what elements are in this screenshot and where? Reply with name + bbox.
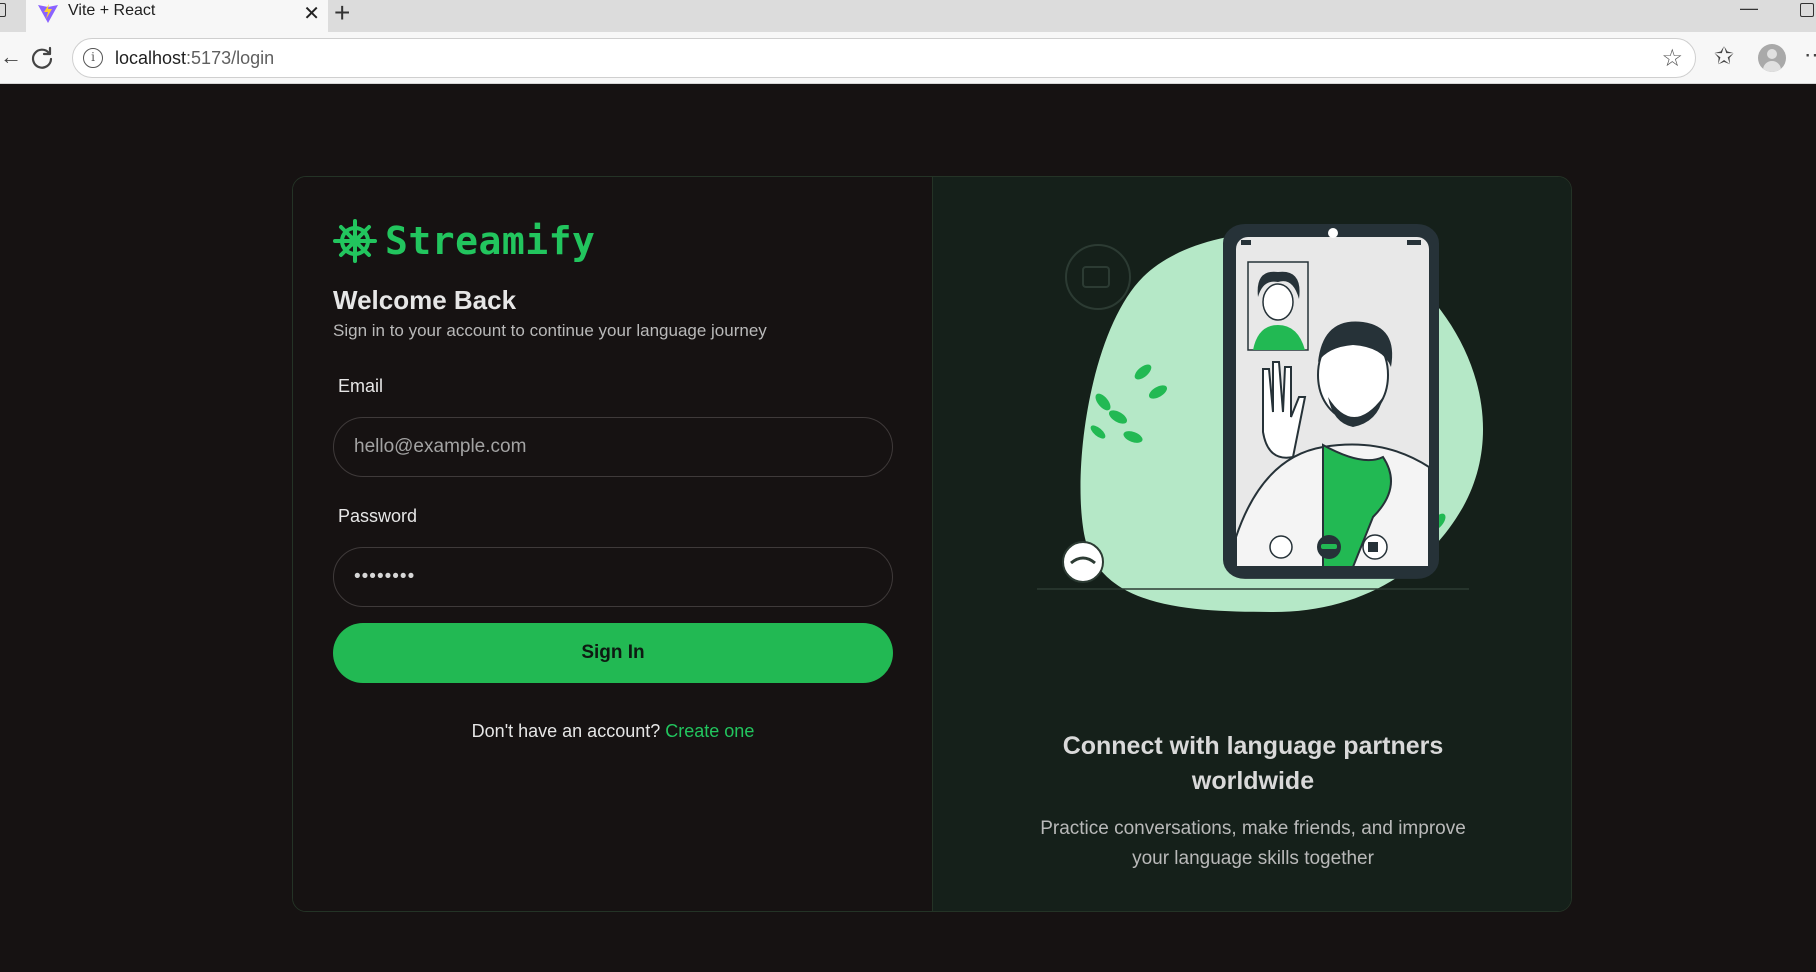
favorites-icon[interactable]: ✩	[1714, 42, 1734, 71]
star-icon[interactable]: ☆	[1661, 44, 1683, 73]
profile-icon[interactable]	[1758, 44, 1786, 72]
promo-title: Connect with language partners worldwide	[1062, 732, 1444, 795]
vite-logo-icon	[38, 4, 58, 23]
brand-logo: Streamify	[333, 219, 595, 263]
back-icon[interactable]: ←	[0, 44, 22, 70]
close-icon[interactable]: ✕	[303, 1, 320, 26]
promo-subtitle: Practice conversations, make friends, an…	[1040, 818, 1466, 869]
ship-wheel-icon	[333, 219, 377, 263]
promo-panel: Connect with language partners worldwide…	[932, 177, 1571, 911]
tab-title: Vite + React	[68, 2, 156, 19]
page-subtitle: Sign in to your account to continue your…	[333, 321, 767, 340]
create-account-link[interactable]: Create one	[665, 721, 754, 741]
login-card: Streamify Welcome Back Sign in to your a…	[292, 176, 1572, 912]
address-bar-row: ← i localhost:5173/login ☆ ✩ ⋯	[0, 32, 1816, 84]
url-text: localhost:5173/login	[115, 48, 275, 68]
browser-tab[interactable]: Vite + React ✕	[26, 0, 328, 32]
reload-icon[interactable]	[28, 44, 56, 72]
maximize-icon[interactable]	[1800, 3, 1814, 17]
password-label: Password	[338, 506, 418, 526]
brand-name: Streamify	[385, 219, 596, 263]
sign-in-button[interactable]: Sign In	[333, 623, 893, 683]
more-icon[interactable]: ⋯	[1804, 42, 1816, 68]
email-field[interactable]	[333, 417, 893, 477]
password-field[interactable]	[333, 547, 893, 607]
signup-prompt: Don't have an account? Create one	[293, 721, 933, 742]
video-call-illustration	[1037, 223, 1484, 612]
url-field[interactable]: i localhost:5173/login ☆	[72, 38, 1696, 78]
tab-actions-icon[interactable]	[0, 3, 6, 17]
email-label: Email	[338, 376, 384, 396]
login-panel: Streamify Welcome Back Sign in to your a…	[293, 177, 932, 911]
signup-prompt-text: Don't have an account?	[471, 721, 661, 741]
info-icon[interactable]: i	[83, 48, 103, 68]
plus-icon[interactable]: +	[334, 0, 350, 29]
page-title: Welcome Back	[333, 285, 517, 315]
browser-tab-strip: Vite + React ✕ + —	[0, 0, 1816, 32]
minimize-icon[interactable]: —	[1740, 0, 1758, 19]
